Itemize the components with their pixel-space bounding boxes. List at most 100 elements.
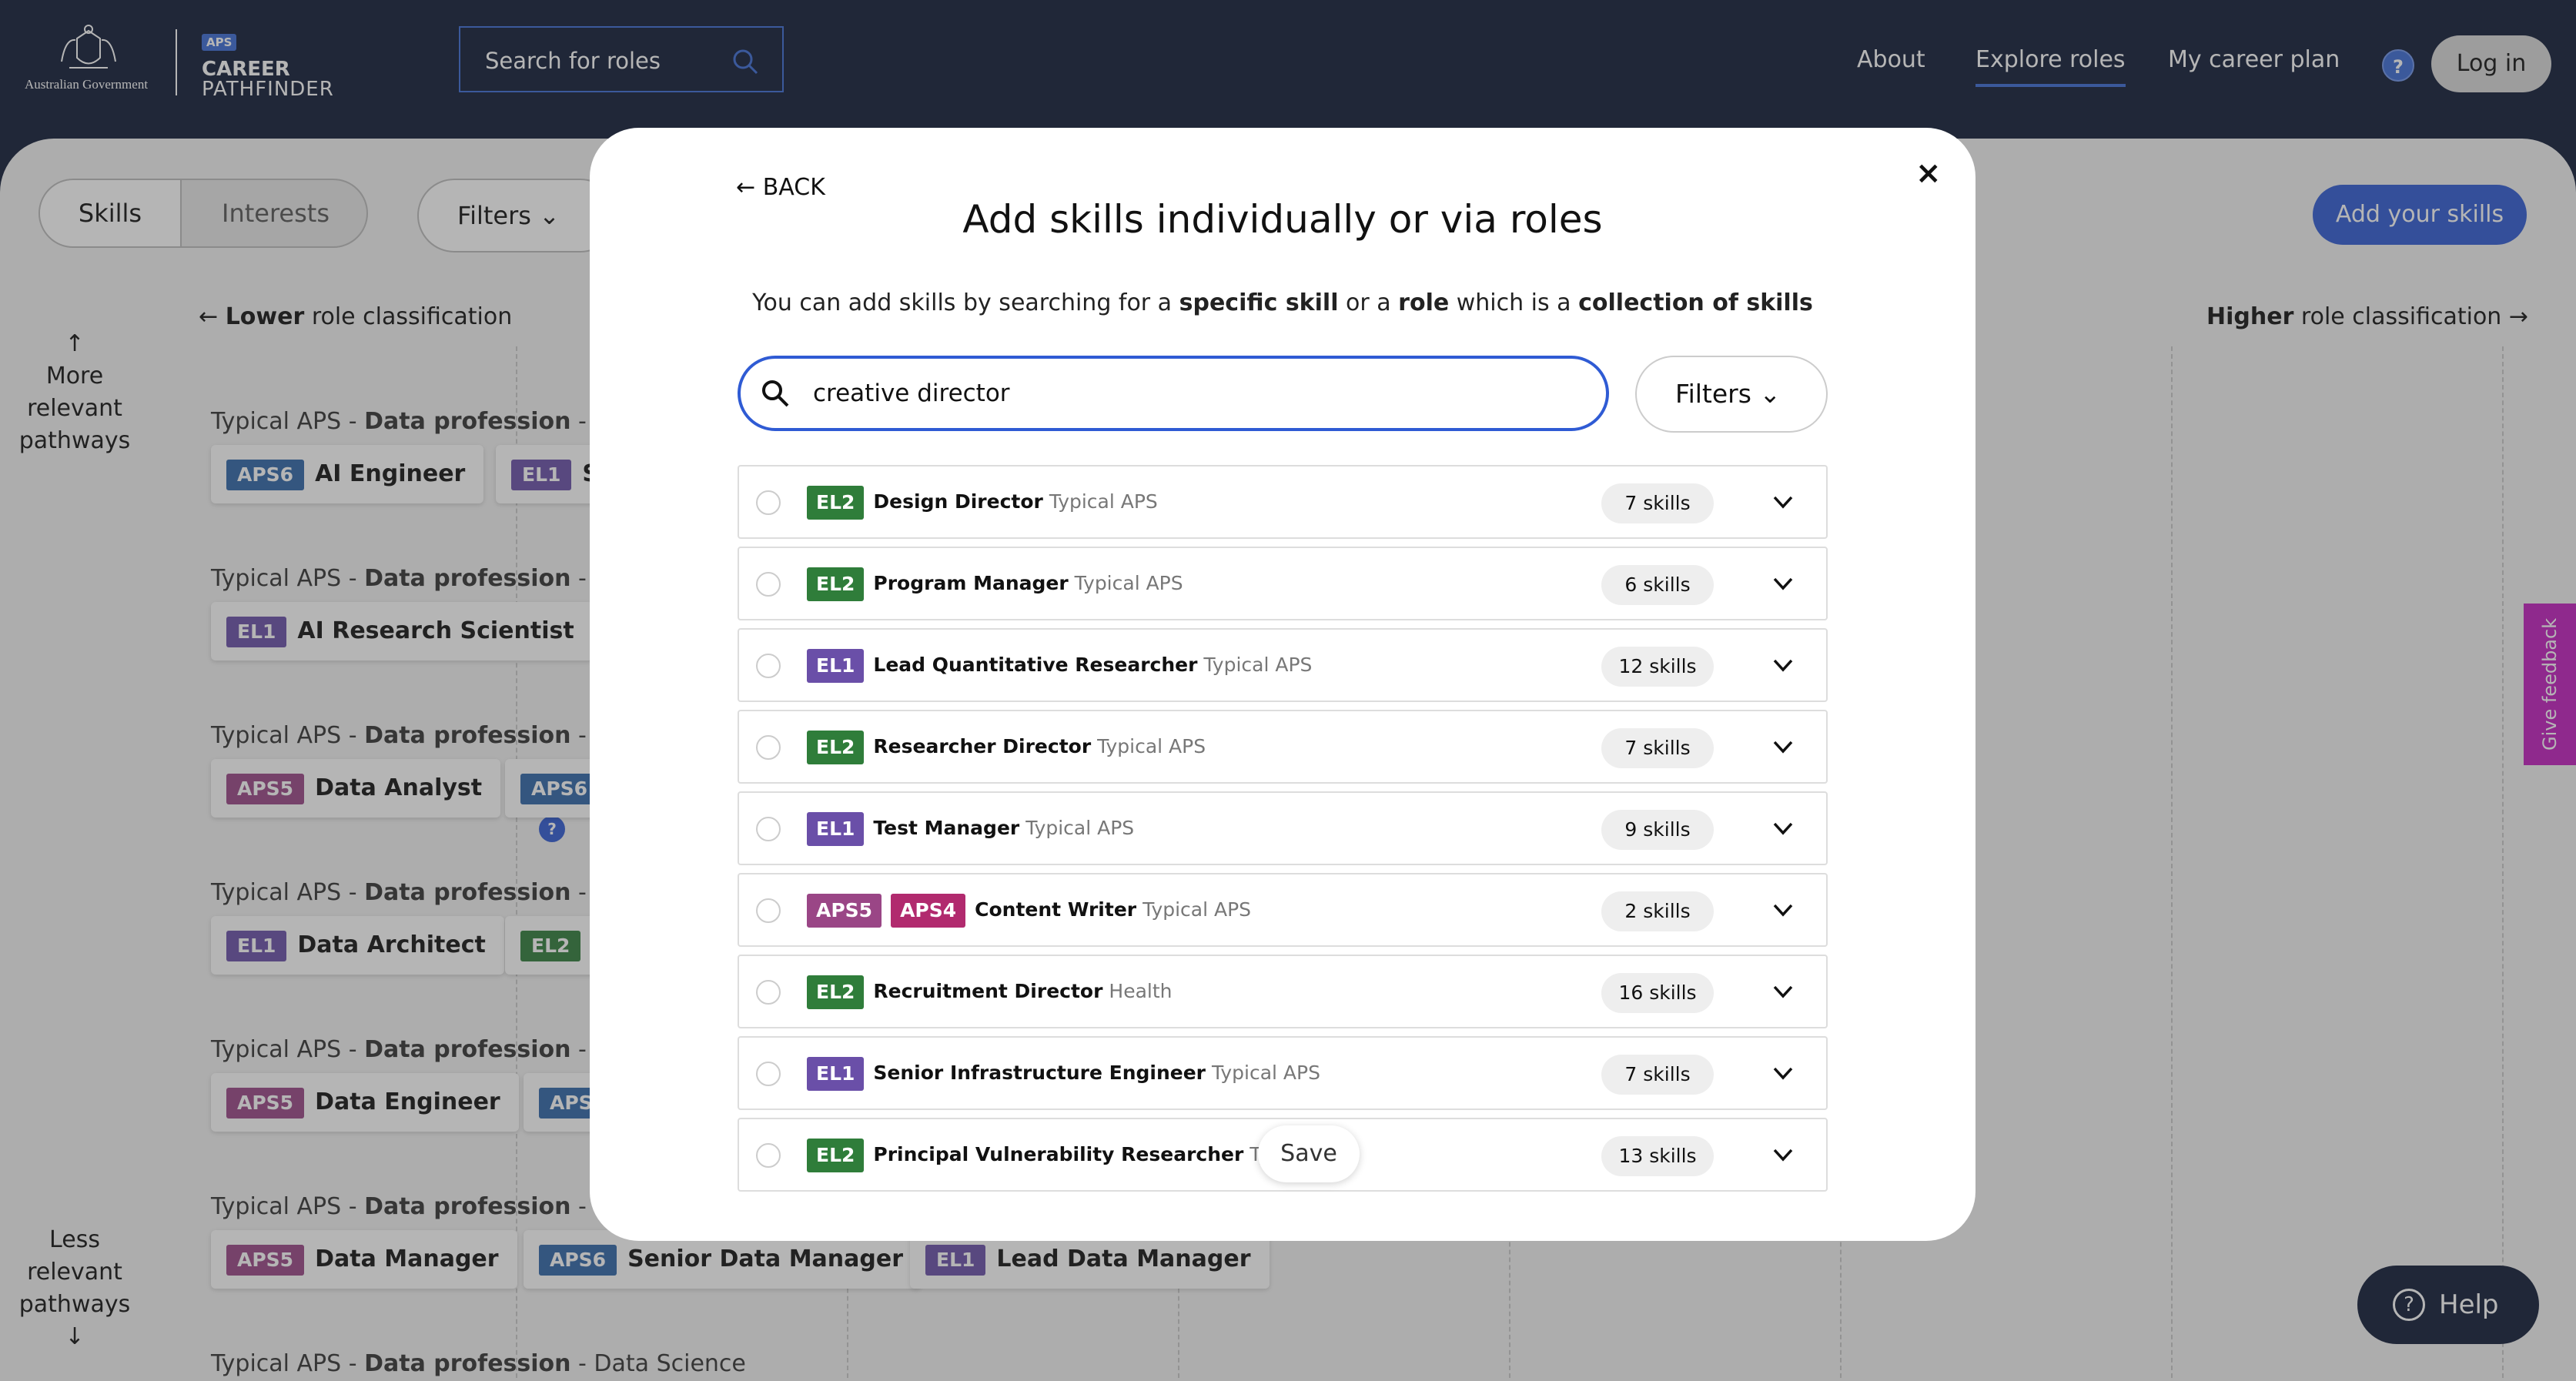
role-name-part: Lead Quantitative Researcher (873, 654, 1198, 676)
chevron-down-icon[interactable] (1771, 490, 1795, 514)
role-result-item[interactable]: EL1 Test Manager Typical APS 9 skills (738, 791, 1828, 865)
modal-filters-button[interactable]: Filters ⌄ (1635, 356, 1828, 433)
select-radio[interactable] (756, 898, 781, 923)
role-org: Typical APS (1142, 898, 1252, 921)
role-result-item[interactable]: EL2 Program Manager Typical APS 6 skills (738, 547, 1828, 620)
role-org: Typical APS (1074, 572, 1183, 594)
role-name-match: Director (1002, 735, 1092, 757)
select-radio[interactable] (756, 572, 781, 597)
role-name: Recruitment Director (873, 980, 1102, 1002)
search-value: creative director (813, 380, 1010, 407)
role-name: Test Manager (873, 817, 1019, 839)
role-org: Typical APS (1049, 490, 1158, 513)
subtitle-bold: role (1398, 289, 1450, 316)
skill-role-search-input[interactable]: creative director (738, 356, 1609, 431)
role-org: Typical APS (1203, 654, 1313, 676)
chevron-down-icon[interactable] (1771, 816, 1795, 841)
role-name-part: Researcher (873, 735, 1003, 757)
classification-tag: EL2 (807, 975, 865, 1009)
classification-tag: EL2 (807, 567, 865, 601)
classification-tag: EL1 (807, 649, 865, 683)
skill-count-badge: 7 skills (1601, 1055, 1714, 1095)
role-org: Typical APS (1211, 1062, 1320, 1084)
classification-tag: EL2 (807, 731, 865, 764)
chevron-down-icon[interactable] (1771, 898, 1795, 922)
skill-count-badge: 7 skills (1601, 728, 1714, 768)
role-result-label: EL2Principal Vulnerability Researcher Ty… (807, 1119, 1298, 1190)
classification-tag: APS4 (891, 894, 966, 928)
subtitle-part: which is a (1449, 289, 1579, 316)
subtitle-part: You can add skills by searching for a (752, 289, 1179, 316)
save-button[interactable]: Save (1258, 1125, 1360, 1182)
classification-tag: EL1 (807, 812, 865, 846)
role-name-part: Senior Infrastructure Engineer (873, 1062, 1206, 1084)
role-result-item[interactable]: EL2 Recruitment Director Health 16 skills (738, 955, 1828, 1028)
chevron-down-icon[interactable] (1771, 979, 1795, 1004)
chevron-down-icon[interactable] (1771, 653, 1795, 677)
chevron-down-icon[interactable] (1771, 571, 1795, 596)
role-name-match: Director (1014, 980, 1103, 1002)
select-radio[interactable] (756, 980, 781, 1005)
role-org: Typical APS (1097, 735, 1206, 757)
filters-label: Filters (1675, 379, 1751, 409)
role-name: Content Writer (975, 898, 1136, 921)
chevron-down-icon[interactable] (1771, 1061, 1795, 1085)
role-result-label: EL2 Researcher Director Typical APS (807, 711, 1206, 782)
select-radio[interactable] (756, 1062, 781, 1086)
role-name-part: Design (873, 490, 955, 513)
skill-count-badge: 13 skills (1601, 1136, 1714, 1176)
role-name-match: Director (954, 490, 1043, 513)
chevron-down-icon: ⌄ (1759, 379, 1781, 409)
chevron-down-icon[interactable] (1771, 1142, 1795, 1167)
subtitle-bold: specific skill (1179, 289, 1339, 316)
role-result-label: EL1 Lead Quantitative Researcher Typical … (807, 630, 1312, 701)
skill-count-badge: 2 skills (1601, 891, 1714, 931)
skill-count-badge: 7 skills (1601, 483, 1714, 523)
subtitle-part: or a (1338, 289, 1399, 316)
role-result-item[interactable]: EL1 Lead Quantitative Researcher Typical … (738, 628, 1828, 702)
role-result-item[interactable]: APS5 APS4 Content Writer Typical APS 2 skil… (738, 873, 1828, 947)
role-name-part: Content Writer (975, 898, 1137, 921)
skill-count-badge: 12 skills (1601, 647, 1714, 687)
search-icon (762, 380, 789, 407)
role-name-part: Test Manager (873, 817, 1020, 839)
classification-tag: APS5 (807, 894, 882, 928)
role-name: Program Manager (873, 572, 1068, 594)
role-result-label: EL1 Senior Infrastructure Engineer Typica… (807, 1038, 1320, 1108)
role-name: Senior Infrastructure Engineer (873, 1062, 1206, 1084)
add-skills-modal: ← BACK × Add skills individually or via … (590, 128, 1975, 1241)
classification-tag: EL2 (807, 486, 865, 520)
select-radio[interactable] (756, 817, 781, 841)
modal-title: Add skills individually or via roles (962, 197, 1603, 242)
role-result-label: EL1 Test Manager Typical APS (807, 793, 1134, 864)
modal-subtitle: You can add skills by searching for a sp… (590, 289, 1975, 316)
role-result-label: EL2 Design Director Typical APS (807, 466, 1158, 537)
skill-count-badge: 6 skills (1601, 565, 1714, 605)
select-radio[interactable] (756, 654, 781, 678)
role-result-item[interactable]: EL2 Design Director Typical APS 7 skills (738, 465, 1828, 539)
chevron-down-icon[interactable] (1771, 734, 1795, 759)
classification-tag: EL1 (807, 1057, 865, 1091)
role-name: Lead Quantitative Researcher (873, 654, 1197, 676)
select-radio[interactable] (756, 1143, 781, 1168)
role-result-item[interactable]: EL2 Researcher Director Typical APS 7 skil… (738, 710, 1828, 784)
role-name: Principal Vulnerability Researcher (873, 1143, 1243, 1165)
role-result-item[interactable]: EL1 Senior Infrastructure Engineer Typica… (738, 1036, 1828, 1110)
result-list: EL2 Design Director Typical APS 7 skills EL… (738, 465, 1828, 1199)
role-result-label: EL2 Program Manager Typical APS (807, 548, 1183, 619)
role-name-part: Recruitment (873, 980, 1015, 1002)
skill-count-badge: 16 skills (1601, 973, 1714, 1013)
select-radio[interactable] (756, 490, 781, 515)
role-name: Design Director (873, 490, 1042, 513)
role-name-part: Principal Vulnerability Researcher (873, 1143, 1244, 1165)
role-result-label: EL2 Recruitment Director Health (807, 956, 1172, 1027)
close-icon[interactable]: × (1915, 155, 1942, 191)
role-name-part: Program Manager (873, 572, 1069, 594)
role-result-label: APS5 APS4 Content Writer Typical APS (807, 874, 1251, 945)
select-radio[interactable] (756, 735, 781, 760)
subtitle-bold: collection of skills (1578, 289, 1813, 316)
classification-tag: EL2 (807, 1139, 865, 1172)
role-org: Typical APS (1025, 817, 1135, 839)
role-name: Researcher Director (873, 735, 1091, 757)
skill-count-badge: 9 skills (1601, 810, 1714, 850)
